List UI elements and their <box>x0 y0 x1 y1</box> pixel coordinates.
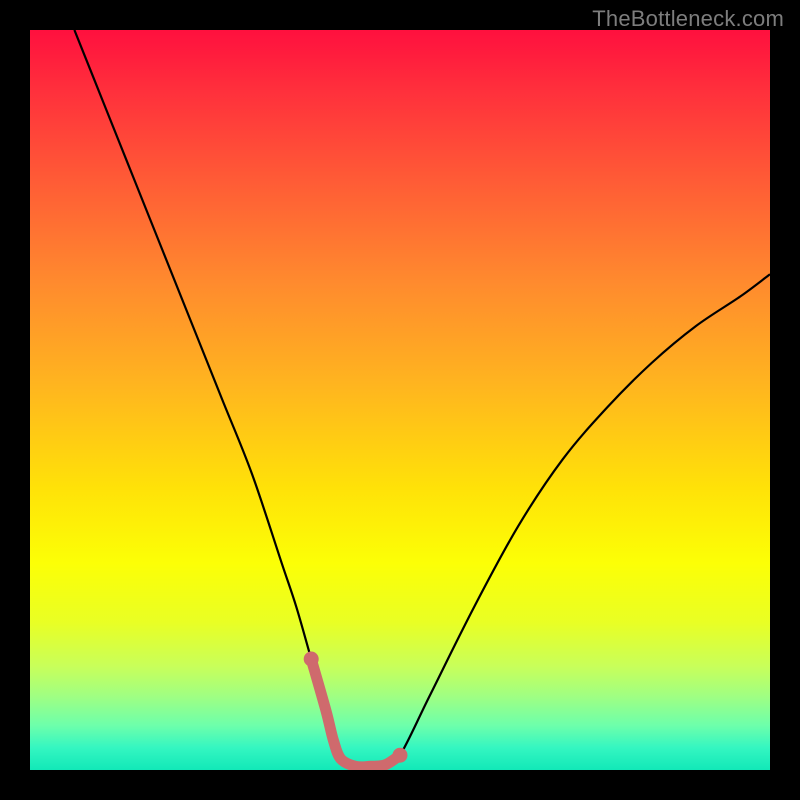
bottleneck-curve-path <box>74 30 770 767</box>
plot-area <box>30 30 770 770</box>
optimal-zone-endpoint <box>393 748 408 763</box>
optimal-zone-endpoint <box>304 652 319 667</box>
watermark-text: TheBottleneck.com <box>592 6 784 32</box>
optimal-zone-path <box>311 659 400 767</box>
chart-frame: TheBottleneck.com <box>0 0 800 800</box>
curve-overlay <box>30 30 770 770</box>
